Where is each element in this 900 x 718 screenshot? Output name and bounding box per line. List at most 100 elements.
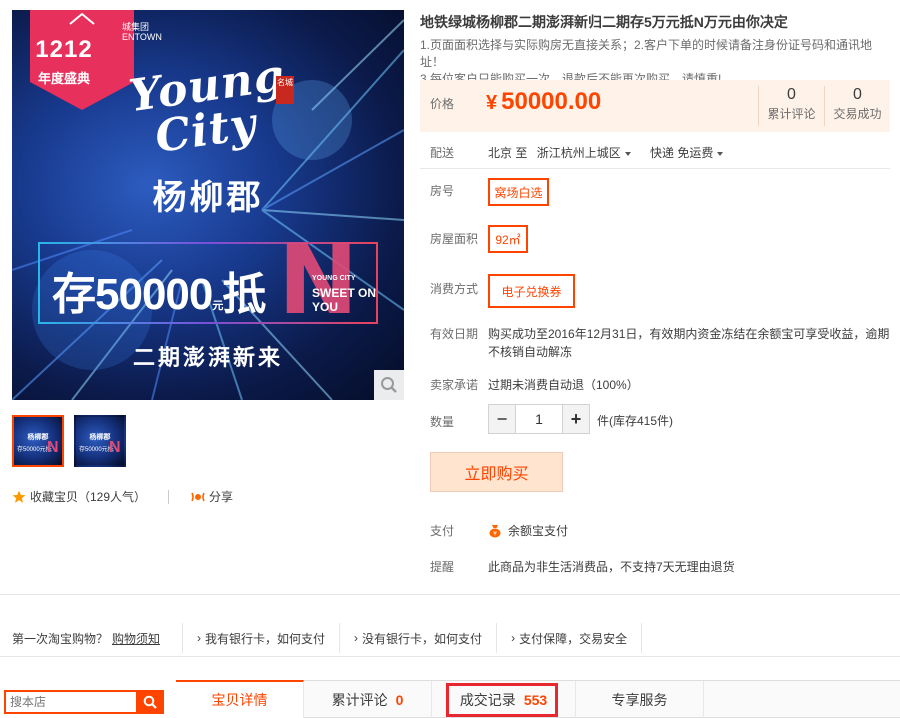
chevron-right-icon: › — [354, 631, 359, 645]
payment-label: 支付 — [430, 524, 455, 538]
search-button[interactable] — [136, 690, 164, 714]
area-option[interactable]: 92㎡ — [488, 225, 528, 253]
divider — [339, 623, 341, 653]
no-card-link[interactable]: › 没有银行卡，如何支付 — [354, 630, 482, 647]
chevron-right-icon: › — [511, 631, 516, 645]
help-bar: 第一次淘宝购物？ 购物须知 › 我有银行卡，如何支付 › 没有银行卡，如何支付 … — [0, 620, 900, 656]
deals-stat[interactable]: 0 交易成功 — [824, 86, 890, 126]
price-panel: 价格 ¥50000.00 0 累计评论 0 交易成功 — [420, 80, 890, 132]
share-label: 分享 — [209, 490, 234, 504]
quantity-label: 数量 — [430, 415, 455, 429]
deals-label: 交易成功 — [833, 107, 882, 121]
money-bag-icon: ¥ — [489, 524, 501, 537]
promise-label: 卖家承诺 — [430, 378, 479, 392]
divider — [0, 656, 900, 657]
quantity-increase-button[interactable]: + — [563, 405, 589, 433]
share-icon — [191, 492, 205, 501]
shop-search-input[interactable] — [4, 690, 136, 714]
divider — [641, 623, 643, 653]
first-time-help: 第一次淘宝购物？ 购物须知 — [0, 630, 160, 647]
room-label: 房号 — [430, 184, 455, 198]
divider — [0, 594, 900, 595]
badge-number: 1212 — [35, 36, 93, 63]
tab-reviews[interactable]: 累计评论 0 — [304, 681, 432, 718]
product-title: 地铁绿城杨柳郡二期澎湃新归二期存5万元抵N万元由你决定 — [420, 14, 788, 30]
quantity-input[interactable] — [515, 405, 563, 433]
thumbnail-n: N — [109, 439, 121, 456]
shop-search — [4, 690, 164, 714]
thumbnail-1[interactable]: 杨柳郡 存50000元抵 N — [12, 415, 64, 467]
shopping-guide-link[interactable]: 购物须知 — [112, 630, 160, 647]
deals-count: 0 — [853, 86, 862, 103]
delivery-destination: 浙江杭州上城区 — [536, 146, 621, 160]
divider — [420, 168, 890, 169]
consume-label: 消费方式 — [430, 282, 479, 296]
currency-symbol: ¥ — [486, 92, 498, 114]
star-icon — [12, 490, 26, 503]
favorite-button[interactable]: 收藏宝贝（129人气） — [12, 488, 146, 505]
reviews-count: 0 — [787, 86, 796, 103]
social-actions: 收藏宝贝（129人气） 分享 — [12, 488, 233, 505]
reminder-label: 提醒 — [430, 560, 455, 574]
validity-value: 购买成功至2016年12月31日，有效期内资金冻结在余额宝可享受收益，逾期 不核… — [488, 325, 889, 361]
guarantee-link[interactable]: › 支付保障，交易安全 — [511, 630, 627, 647]
shipping-method-select[interactable]: 快递 免运费 — [650, 146, 724, 160]
validity-label: 有效日期 — [430, 327, 479, 341]
svg-text:¥: ¥ — [493, 530, 497, 537]
zoom-icon[interactable] — [374, 370, 404, 400]
price-stats: 0 累计评论 0 交易成功 — [758, 86, 890, 126]
promo-text: 存50000元抵 — [52, 258, 266, 322]
project-name: 杨柳郡 — [152, 179, 264, 217]
reviews-stat[interactable]: 0 累计评论 — [758, 86, 824, 126]
brand-mark-en: ENTOWN — [122, 32, 162, 42]
guarantee-text: 支付保障，交易安全 — [519, 631, 628, 646]
stock-info: 件(库存415件) — [597, 414, 674, 428]
main-product-image[interactable]: 1212 年度盛典 城集团 ENTOWN Young City 名城 杨柳郡 存… — [12, 10, 404, 400]
no-card-text: 没有银行卡，如何支付 — [362, 631, 483, 646]
promise-value: 过期未消费自动退（100%） — [488, 378, 639, 392]
share-button[interactable]: 分享 — [191, 488, 233, 505]
badge-caption: 年度盛典 — [37, 71, 90, 86]
tab-details[interactable]: 宝贝详情 — [176, 680, 304, 718]
price-value: ¥50000.00 — [486, 88, 601, 116]
thumbnail-2[interactable]: 杨柳郡 存50000元抵 N — [74, 415, 126, 467]
tab-deal-records[interactable]: 成交记录 553 — [432, 681, 576, 718]
has-card-link[interactable]: › 我有银行卡，如何支付 — [197, 630, 325, 647]
quantity-stepper: − + — [488, 404, 590, 434]
red-seal: 名城 — [276, 76, 294, 104]
consume-option[interactable]: 电子兑换券 — [488, 274, 575, 308]
divider — [496, 623, 498, 653]
reviews-label: 累计评论 — [767, 107, 816, 121]
delivery-label: 配送 — [430, 146, 455, 160]
promo-side-text: YOUNG CITY SWEET ON YOU — [312, 272, 376, 314]
reminder-value: 此商品为非生活消费品，不支持7天无理由退货 — [488, 560, 735, 574]
tab-details-label: 宝贝详情 — [211, 692, 268, 708]
promo-side-line: SWEET ON — [312, 286, 377, 300]
quantity-decrease-button[interactable]: − — [489, 405, 515, 433]
tab-service-label: 专享服务 — [611, 691, 668, 708]
chevron-down-icon — [717, 151, 724, 156]
promo-amount: 存50000 — [52, 270, 213, 319]
promo-side-line: YOU — [312, 300, 339, 314]
thumbnail-list: 杨柳郡 存50000元抵 N 杨柳郡 存50000元抵 N — [12, 415, 126, 467]
highlight-box — [446, 683, 558, 717]
promo-di: 抵 — [222, 270, 266, 319]
room-option[interactable]: 窝场白选 — [488, 178, 549, 206]
search-icon — [143, 695, 157, 709]
area-label: 房屋面积 — [430, 232, 479, 246]
delivery-value: 北京 至 浙江杭州上城区 快递 免运费 — [488, 144, 724, 161]
chevron-down-icon — [624, 151, 631, 156]
price-amount: 50000.00 — [501, 88, 602, 115]
slogan: 二期澎湃新来 — [132, 345, 283, 370]
delivery-destination-select[interactable]: 浙江杭州上城区 — [537, 146, 631, 160]
thumbnail-n: N — [47, 439, 59, 456]
buy-now-button[interactable]: 立即购买 — [430, 452, 563, 492]
shipping-method: 快递 免运费 — [650, 146, 714, 160]
favorite-label: 收藏宝贝（129人气） — [30, 490, 147, 504]
delivery-from: 北京 至 — [488, 146, 528, 160]
subtitle-line: 1.页面面积选择与实际购房无直接关系；2.客户下单的时候请备注身份证号码和通讯地… — [420, 38, 873, 69]
divider — [168, 489, 170, 504]
tab-exclusive-service[interactable]: 专享服务 — [576, 681, 704, 718]
brand-mark-cn: 城集团 — [122, 22, 150, 32]
validity-line: 购买成功至2016年12月31日，有效期内资金冻结在余额宝可享受收益，逾期 — [488, 327, 890, 341]
